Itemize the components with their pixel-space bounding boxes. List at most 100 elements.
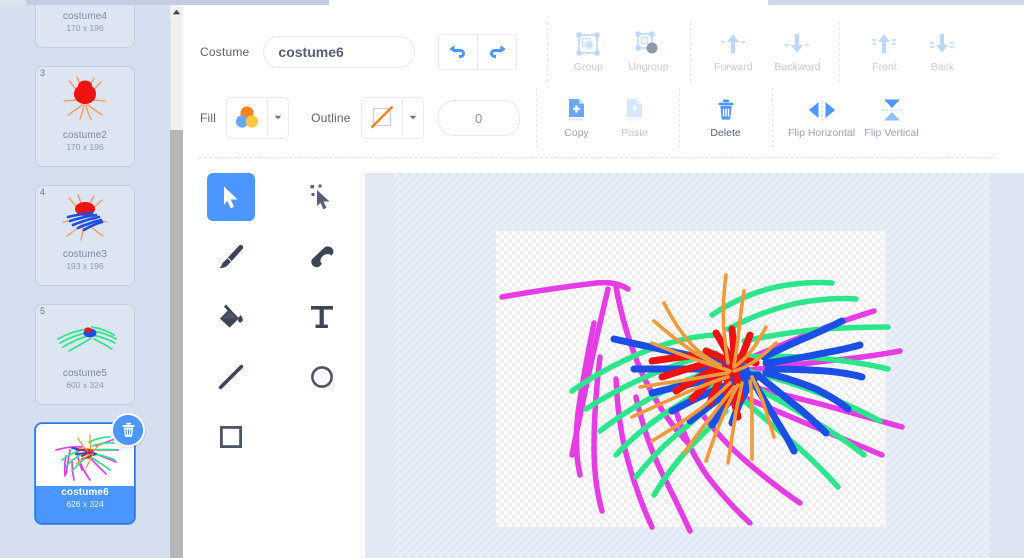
copy-button[interactable]: Copy xyxy=(549,97,605,139)
costume-thumbnail xyxy=(36,305,134,367)
costume-name-label: costume2 xyxy=(62,130,108,141)
copy-button-label: Copy xyxy=(564,127,589,139)
fill-color-button[interactable] xyxy=(227,98,267,136)
forward-button-label: Forward xyxy=(714,61,753,73)
outline-color-button[interactable] xyxy=(362,98,402,136)
ungroup-button[interactable]: Ungroup xyxy=(620,31,676,73)
costume-list-scrollbar-thumb[interactable] xyxy=(170,130,183,558)
paint-editor: Costume costume6 Group Ungroup Forward B… xyxy=(183,5,1024,558)
paste-icon xyxy=(626,99,642,121)
costume-name-label: costume4 xyxy=(62,11,108,22)
costume-card-costume2[interactable]: 3 costume2 170 x 196 xyxy=(35,66,135,167)
move-backward-icon xyxy=(785,34,810,53)
costume-card-costume4[interactable]: 2costume4170 x 196 xyxy=(35,5,135,48)
back-button-label: Back xyxy=(930,61,955,73)
fill-color-group xyxy=(226,97,290,139)
tool-select[interactable] xyxy=(207,173,255,221)
send-to-back-icon xyxy=(930,34,955,53)
stroke-width-input[interactable] xyxy=(437,100,520,136)
costume-number-badge: 4 xyxy=(40,187,46,197)
cursor-arrow-icon xyxy=(224,186,238,209)
canvas-right-band xyxy=(990,173,1024,558)
group-icon xyxy=(576,32,600,56)
trash-icon xyxy=(121,422,135,438)
undo-button[interactable] xyxy=(439,35,478,69)
undo-icon xyxy=(449,45,466,58)
flip-horizontal-icon xyxy=(808,100,835,121)
costume-artwork xyxy=(499,273,905,534)
costume-name-label: costume5 xyxy=(62,368,108,379)
costume-name-label: Costume xyxy=(200,45,250,59)
costume-number-badge: 3 xyxy=(40,68,46,78)
palette-canvas-divider xyxy=(361,173,362,558)
flip-vertical-button[interactable]: Flip Vertical xyxy=(859,97,925,139)
tool-palette xyxy=(197,173,347,503)
tool-line[interactable] xyxy=(207,353,255,401)
tool-ellipse[interactable] xyxy=(298,353,346,401)
paintbrush-icon xyxy=(219,244,244,269)
canvas-outer xyxy=(365,173,990,558)
tool-rectangle[interactable] xyxy=(207,413,255,461)
toolbar-row-primary: Costume costume6 Group Ungroup Forward B… xyxy=(183,21,1024,83)
delete-button[interactable]: Delete xyxy=(698,97,754,139)
toolbar-divider-2 xyxy=(690,22,692,82)
paste-button[interactable]: Paste xyxy=(607,97,663,139)
flip-horizontal-button-label: Flip Horizontal xyxy=(788,127,856,139)
tool-fill[interactable] xyxy=(207,293,255,341)
front-button-label: Front xyxy=(872,61,897,73)
group-button[interactable]: Group xyxy=(560,31,616,73)
tool-brush[interactable] xyxy=(207,233,255,281)
costume-list: 2costume4170 x 1963costume2170 x 1964cos… xyxy=(0,5,170,542)
forward-button[interactable]: Forward xyxy=(705,31,761,73)
costume-name-label: costume6 xyxy=(61,487,109,498)
outline-color-group xyxy=(360,97,424,139)
undo-redo-group xyxy=(438,34,518,70)
artboard[interactable] xyxy=(496,231,905,534)
bring-to-front-icon xyxy=(872,34,897,53)
costume-size-label: 600 x 324 xyxy=(66,380,104,390)
trash-icon xyxy=(718,99,734,120)
redo-button[interactable] xyxy=(477,35,517,69)
outline-color-dropdown[interactable] xyxy=(401,98,423,136)
costume-number-badge: 5 xyxy=(40,306,46,316)
chevron-down-icon xyxy=(409,115,416,119)
paste-button-label: Paste xyxy=(621,127,648,139)
flip-vertical-button-label: Flip Vertical xyxy=(864,127,919,139)
tool-text[interactable] xyxy=(298,293,346,341)
group-button-label: Group xyxy=(573,61,604,73)
line-icon xyxy=(218,364,244,390)
backward-button[interactable]: Backward xyxy=(769,31,825,73)
toolbar-divider-4 xyxy=(535,88,537,148)
flip-horizontal-button[interactable]: Flip Horizontal xyxy=(787,97,857,139)
costume-list-pane: 2costume4170 x 1963costume2170 x 1964cos… xyxy=(0,5,170,558)
fill-color-dropdown[interactable] xyxy=(267,98,288,136)
text-icon xyxy=(311,306,333,328)
redo-icon xyxy=(490,45,507,58)
back-button[interactable]: Back xyxy=(914,31,970,73)
costume-thumbnail xyxy=(36,186,134,248)
no-color-swatch-icon xyxy=(370,105,393,129)
toolbar-divider-1 xyxy=(547,22,549,82)
toolbar-divider-5 xyxy=(678,88,680,148)
costume-card-costume6[interactable]: 6 costume6 626 x 324 xyxy=(35,413,145,524)
reshape-icon xyxy=(310,184,330,210)
front-button[interactable]: Front xyxy=(856,31,912,73)
backward-button-label: Backward xyxy=(774,61,821,73)
tool-eraser[interactable] xyxy=(298,233,346,281)
delete-button-label: Delete xyxy=(710,127,741,139)
toolbar-row-secondary: Fill Outline 0 Copy Paste Delete Flip Ho… xyxy=(183,87,1024,149)
tool-reshape[interactable] xyxy=(298,173,346,221)
costume-thumbnail xyxy=(36,67,134,129)
paint-bucket-icon xyxy=(220,304,243,328)
costume-delete-button[interactable] xyxy=(111,413,145,447)
costume-size-label: 626 x 324 xyxy=(66,499,104,509)
costume-card-costume3[interactable]: 4 costume3 193 x 196 xyxy=(35,185,135,286)
ungroup-icon xyxy=(635,31,658,54)
costume-name-input[interactable] xyxy=(263,36,416,68)
paint-canvas[interactable] xyxy=(395,173,990,558)
scroll-up-arrow-icon[interactable] xyxy=(170,5,183,18)
move-forward-icon xyxy=(721,34,746,53)
costume-card-costume5[interactable]: 5 costume5 600 x 324 xyxy=(35,304,135,405)
copy-icon xyxy=(568,99,584,121)
costume-number-badge: 6 xyxy=(40,425,46,435)
